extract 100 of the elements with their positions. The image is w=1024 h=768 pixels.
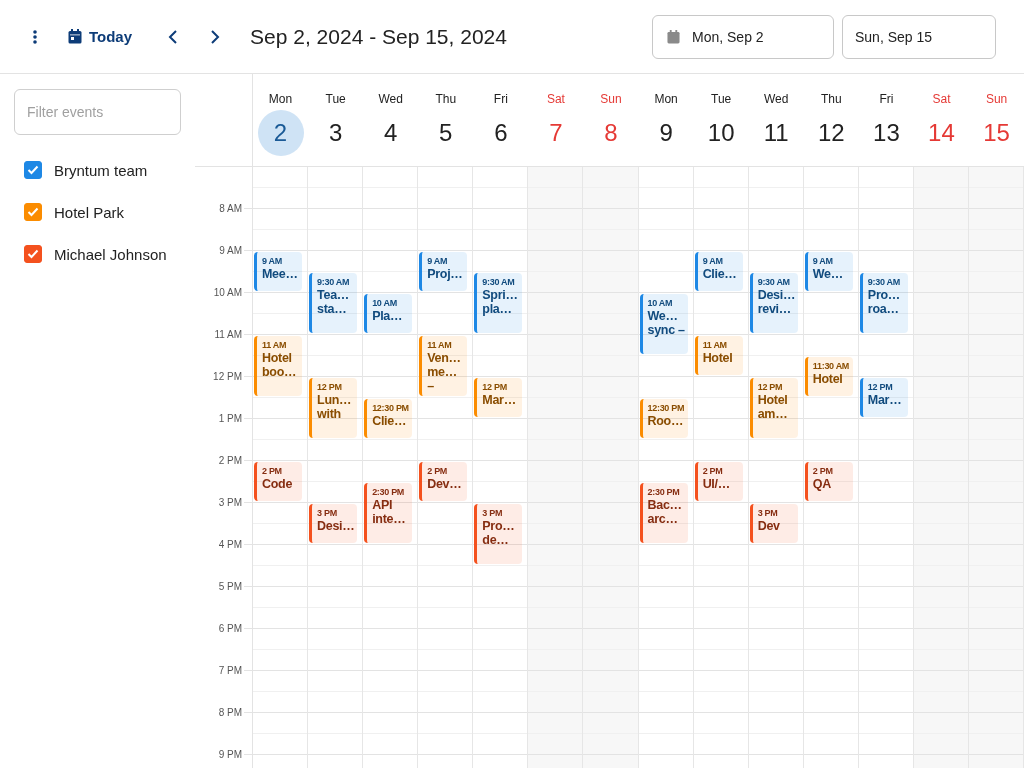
date-number[interactable]: 9 bbox=[643, 110, 690, 156]
hour-label: 1 PM bbox=[218, 412, 242, 426]
date-number[interactable]: 6 bbox=[477, 110, 524, 156]
menu-icon[interactable] bbox=[32, 28, 38, 45]
event-card[interactable]: 12 PM Mar… bbox=[859, 378, 908, 417]
date-number[interactable]: 4 bbox=[367, 110, 414, 156]
event-card[interactable]: 11 AM Hotel boo… bbox=[254, 336, 303, 396]
today-button[interactable]: Today bbox=[66, 24, 135, 49]
date-range-title: Sep 2, 2024 - Sep 15, 2024 bbox=[250, 24, 507, 49]
event-card[interactable]: 12 PM Hotel am… bbox=[749, 378, 798, 438]
date-number[interactable]: 7 bbox=[532, 110, 579, 156]
event-card[interactable]: 3 PM Dev bbox=[749, 504, 798, 543]
calendar-checkbox[interactable] bbox=[24, 245, 42, 263]
event-time: 2 PM bbox=[262, 465, 282, 477]
event-card[interactable]: 9 AM Clie… bbox=[694, 252, 743, 291]
event-card[interactable]: 9 AM Mee… bbox=[254, 252, 303, 291]
event-card[interactable]: 12:30 PM Roo… bbox=[639, 399, 688, 438]
weekday-label: Sat bbox=[546, 92, 565, 106]
date-number[interactable]: 8 bbox=[588, 110, 634, 156]
event-title: Ven… me… – bbox=[427, 351, 462, 393]
event-card[interactable]: 3 PM Pro… de… bbox=[474, 504, 523, 564]
date-number[interactable]: 15 bbox=[973, 110, 1020, 156]
end-date-field[interactable]: Sun, Sep 15 bbox=[842, 14, 996, 59]
date-number[interactable]: 5 bbox=[422, 110, 469, 156]
event-title: Hotel bbox=[702, 351, 733, 365]
event-card[interactable]: 2 PM Dev… bbox=[419, 462, 468, 501]
event-time: 9 AM bbox=[262, 255, 282, 267]
calendar-checkbox[interactable] bbox=[24, 161, 42, 179]
event-card[interactable]: 2 PM QA bbox=[804, 462, 853, 501]
weekday-label: Wed bbox=[764, 92, 789, 106]
weekday-label: Mon bbox=[654, 92, 678, 106]
weekday-label: Sat bbox=[932, 92, 951, 106]
event-card[interactable]: 11 AM Ven… me… – bbox=[419, 336, 468, 396]
event-title: Bac… arc… bbox=[647, 498, 683, 526]
event-time: 12 PM bbox=[757, 381, 783, 393]
event-time: 10 AM bbox=[647, 297, 673, 309]
event-card[interactable]: 11 AM Hotel bbox=[694, 336, 743, 375]
calendar-name: Michael Johnson bbox=[54, 245, 167, 263]
event-card[interactable]: 9:30 AM Pro… roa… bbox=[859, 273, 908, 333]
event-title: Mar… bbox=[867, 393, 902, 407]
event-card[interactable]: 9 AM Proj… bbox=[419, 252, 468, 291]
date-number[interactable]: 2 bbox=[257, 110, 304, 156]
event-card[interactable]: 9:30 AM Spri… pla… bbox=[474, 273, 523, 333]
event-title: Spri… pla… bbox=[482, 288, 519, 316]
event-title: Pro… de… bbox=[482, 519, 516, 547]
event-title: Code bbox=[262, 477, 293, 491]
event-card[interactable]: 10 AM Pla… bbox=[364, 294, 413, 333]
start-date-field[interactable]: Mon, Sep 2 bbox=[652, 14, 834, 59]
event-card[interactable]: 3 PM Desi… bbox=[309, 504, 358, 543]
event-title: Dev bbox=[757, 519, 780, 533]
calendar-name: Hotel Park bbox=[54, 203, 125, 221]
weekday-label: Fri bbox=[493, 92, 508, 106]
event-title: Clie… bbox=[372, 414, 407, 428]
event-title: Hotel bbox=[812, 372, 843, 386]
event-card[interactable]: 12:30 PM Clie… bbox=[364, 399, 413, 438]
hour-label: 2 PM bbox=[218, 454, 242, 468]
event-time: 9:30 AM bbox=[867, 276, 900, 288]
event-title: Hotel am… bbox=[757, 393, 789, 421]
hour-label: 4 PM bbox=[218, 538, 242, 552]
event-title: We… sync – bbox=[647, 309, 686, 337]
event-card[interactable]: 11:30 AM Hotel bbox=[804, 357, 853, 396]
hour-label: 9 PM bbox=[218, 748, 242, 762]
event-time: 9:30 AM bbox=[757, 276, 790, 288]
event-card[interactable]: 9:30 AM Tea… sta… bbox=[309, 273, 358, 333]
event-time: 12 PM bbox=[317, 381, 342, 393]
event-card[interactable]: 2:30 PM API inte… bbox=[364, 483, 413, 543]
next-icon[interactable] bbox=[210, 28, 221, 45]
event-card[interactable]: 9 AM We… bbox=[804, 252, 853, 291]
event-title: API inte… bbox=[372, 498, 407, 526]
filter-field[interactable]: Filter events bbox=[14, 89, 181, 135]
event-time: 10 AM bbox=[372, 297, 397, 309]
event-card[interactable]: 9:30 AM Desi… revi… bbox=[749, 273, 798, 333]
hour-label: 8 AM bbox=[219, 202, 242, 216]
previous-icon[interactable] bbox=[168, 28, 179, 45]
weekday-label: Wed bbox=[378, 92, 403, 106]
date-number[interactable]: 12 bbox=[808, 110, 855, 156]
event-title: Mar… bbox=[482, 393, 516, 407]
date-number[interactable]: 14 bbox=[918, 110, 965, 156]
event-card[interactable]: 12 PM Mar… bbox=[474, 378, 523, 417]
event-time: 2:30 PM bbox=[372, 486, 405, 498]
event-title: Dev… bbox=[427, 477, 462, 491]
hour-label: 3 PM bbox=[218, 496, 242, 510]
date-number[interactable]: 3 bbox=[312, 110, 359, 156]
hour-label: 7 PM bbox=[218, 664, 242, 678]
date-number[interactable]: 13 bbox=[863, 110, 910, 156]
event-title: Mee… bbox=[262, 267, 298, 281]
date-number[interactable]: 11 bbox=[753, 110, 800, 156]
event-card[interactable]: 2 PM Code bbox=[254, 462, 303, 501]
weekday-label: Tue bbox=[711, 92, 732, 106]
hour-label: 9 AM bbox=[219, 244, 242, 258]
event-time: 12:30 PM bbox=[647, 402, 685, 414]
calendar-checkbox[interactable] bbox=[24, 203, 42, 221]
calendar-icon bbox=[68, 29, 82, 44]
event-card[interactable]: 2:30 PM Bac… arc… bbox=[639, 483, 688, 543]
event-card[interactable]: 12 PM Lun… with bbox=[309, 378, 358, 438]
event-card[interactable]: 2 PM UI/… bbox=[694, 462, 743, 501]
event-card[interactable]: 10 AM We… sync – bbox=[639, 294, 688, 354]
date-number[interactable]: 10 bbox=[698, 110, 745, 156]
weekday-label: Thu bbox=[820, 92, 842, 106]
hour-label: 11 AM bbox=[214, 328, 242, 342]
